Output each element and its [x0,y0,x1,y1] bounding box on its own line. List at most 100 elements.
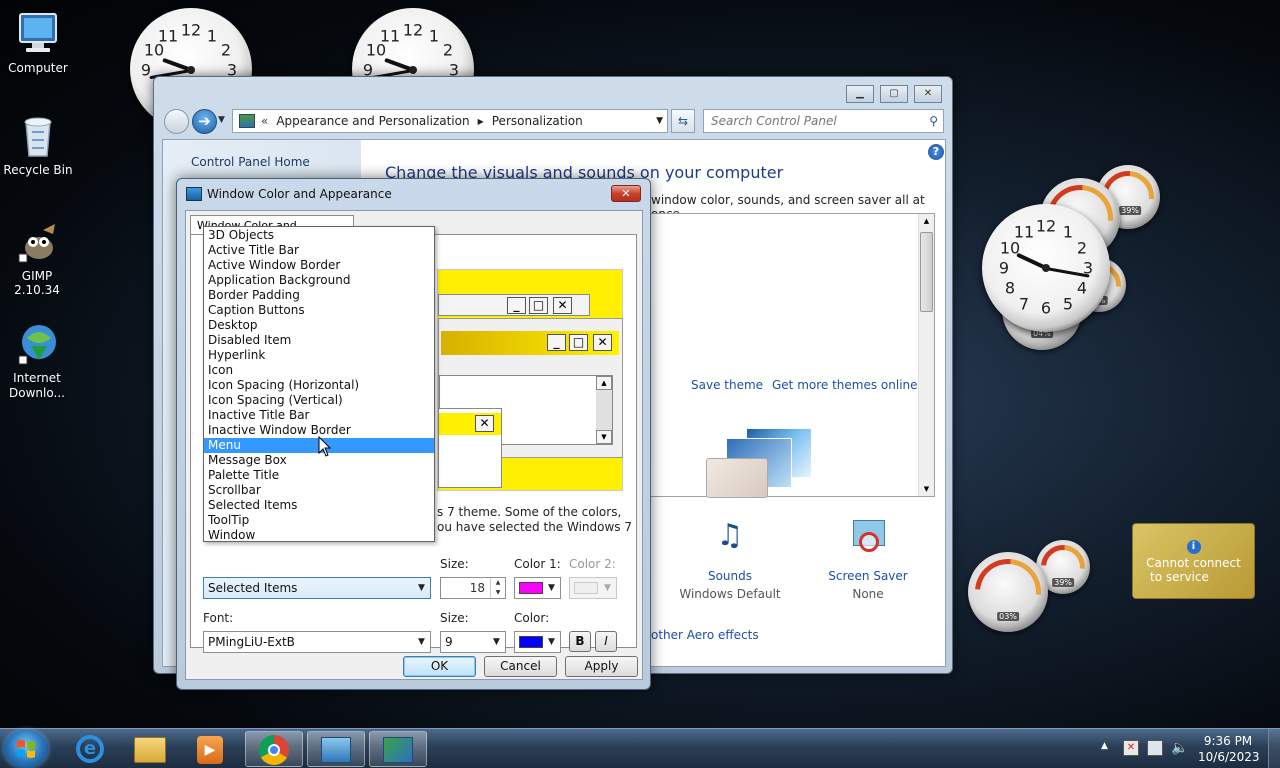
address-dropdown-icon[interactable]: ▼ [656,116,663,126]
start-button[interactable] [4,730,48,768]
back-button[interactable] [164,109,189,134]
dropdown-item[interactable]: Icon Spacing (Vertical) [204,393,434,408]
breadcrumb-personalization[interactable]: Personalization [492,114,583,128]
taskbar-personalization[interactable] [369,731,427,767]
show-hidden-icons-icon[interactable]: ▲ [1101,741,1108,751]
close-button[interactable]: ✕ [914,85,942,103]
font-combo[interactable]: PMingLiU-ExtB ▼ [203,631,431,653]
address-bar[interactable]: « Appearance and Personalization ▶ Perso… [232,109,668,133]
help-icon[interactable]: ? [928,144,944,160]
taskbar-file-explorer[interactable] [121,731,179,767]
italic-button[interactable]: I [595,631,617,652]
bold-button[interactable]: B [569,631,591,652]
sounds-item[interactable]: ♫ Sounds Windows Default [655,518,805,601]
dropdown-item[interactable]: Caption Buttons [204,303,434,318]
show-desktop-button[interactable] [1268,729,1280,768]
search-input[interactable]: Search Control Panel ⚲ [703,109,944,133]
desktop-icon-computer[interactable]: Computer [0,10,76,75]
control-panel-icon [239,114,255,128]
preview-close-icon: ✕ [593,334,612,351]
themes-scrollbar[interactable]: ▲ ▼ [918,214,934,496]
network-icon[interactable] [1147,740,1163,756]
personalization-icon [383,737,413,763]
color1-picker[interactable]: ▼ [514,577,561,599]
dialog-icon [186,187,202,201]
desktop-icon-gimp[interactable]: GIMP 2.10.34 [0,218,75,297]
desktop-icon-internet-download[interactable]: Internet Downlo... [0,320,75,401]
dropdown-item[interactable]: Icon Spacing (Horizontal) [204,378,434,393]
computer-icon [14,10,62,58]
dropdown-item[interactable]: Application Background [204,273,434,288]
system-clock[interactable]: 9:36 PM 10/6/2023 [1198,733,1260,765]
font-label: Font: [203,611,234,625]
taskbar-control-panel[interactable] [307,731,365,767]
scroll-up-icon[interactable]: ▲ [919,214,934,228]
ok-button[interactable]: OK [403,656,476,677]
taskbar-chrome[interactable] [245,731,303,767]
theme-thumbnail[interactable] [706,428,812,498]
screensaver-label[interactable]: Screen Saver [793,569,943,583]
desktop-icon-recycle-bin[interactable]: Recycle Bin [0,112,76,177]
refresh-button[interactable]: ⇆ [671,109,695,133]
font-color-picker[interactable]: ▼ [514,631,561,653]
dropdown-item[interactable]: Desktop [204,318,434,333]
get-more-themes-link[interactable]: Get more themes online [772,378,918,392]
minimize-button[interactable]: ▁ [846,85,874,103]
dropdown-item[interactable]: Palette Title [204,468,434,483]
stepper-icon[interactable]: ▲ ▼ [490,578,505,598]
dropdown-item[interactable]: Inactive Title Bar [204,408,434,423]
maximize-button[interactable]: ▢ [880,85,908,103]
dropdown-item[interactable]: Scrollbar [204,483,434,498]
dropdown-item[interactable]: Selected Items [204,498,434,513]
forward-button[interactable]: ➔ [192,109,217,134]
sounds-label[interactable]: Sounds [655,569,805,583]
item-dropdown-list[interactable]: 3D Objects Active Title Bar Active Window … [203,226,435,542]
dropdown-item[interactable]: Window [204,528,434,543]
item-size-stepper[interactable]: 18 ▲ ▼ [440,577,506,599]
clock-number: 2 [442,40,454,60]
preview-maximize-icon: □ [529,297,548,314]
dropdown-item[interactable]: 3D Objects [204,228,434,243]
breadcrumb-appearance[interactable]: Appearance and Personalization [276,114,469,128]
preview-close-icon: ✕ [475,415,494,432]
font-size-combo[interactable]: 9 ▼ [440,631,506,653]
clock-number: 12 [1035,216,1057,236]
color2-swatch [574,582,598,594]
cpu-meter-gadget[interactable]: 03% [961,545,1055,639]
clock-gadget[interactable]: 12 1 2 3 4 5 6 7 8 9 10 11 [982,204,1110,332]
clock-number: 7 [1018,294,1030,314]
dropdown-item[interactable]: Active Title Bar [204,243,434,258]
scroll-thumb[interactable] [920,232,933,312]
dialog-close-button[interactable]: ✕ [611,185,641,202]
save-theme-link[interactable]: Save theme [691,378,763,392]
taskbar-media-player[interactable]: ▶ [181,731,239,767]
screensaver-item[interactable]: Screen Saver None [793,518,943,601]
color2-label: Color 2: [569,557,616,571]
item-combo[interactable]: Selected Items ▼ [203,577,431,599]
dropdown-item[interactable]: Border Padding [204,288,434,303]
dropdown-arrow-icon: ▼ [493,637,500,647]
taskbar-internet-explorer[interactable]: e [61,731,119,767]
preview-active-titlebar: _ □ ✕ [441,331,619,355]
dropdown-item[interactable]: Disabled Item [204,333,434,348]
desktop-icon-label: Computer [8,61,68,75]
history-dropdown-icon[interactable]: ▼ [218,115,225,125]
weather-gadget[interactable]: i Cannot connect to service [1132,523,1255,599]
cancel-button[interactable]: Cancel [484,656,557,677]
scroll-down-icon[interactable]: ▼ [919,482,934,496]
dropdown-item[interactable]: ToolTip [204,513,434,528]
preview-scroll-down-icon: ▼ [596,430,612,444]
dropdown-item[interactable]: Icon [204,363,434,378]
apply-button[interactable]: Apply [565,656,638,677]
action-center-icon[interactable]: ✕ [1123,740,1139,756]
dropdown-item[interactable]: Hyperlink [204,348,434,363]
chrome-icon [259,735,289,765]
meter-label: 03% [997,612,1019,621]
dropdown-item[interactable]: Active Window Border [204,258,434,273]
clock-number: 6 [1040,298,1052,318]
aero-effects-link[interactable]: other Aero effects [651,628,759,642]
preview-message-box: ✕ [438,408,502,488]
sidebar-home-link[interactable]: Control Panel Home [191,155,310,169]
volume-icon[interactable]: 🔈 [1171,740,1188,756]
preview-minimize-icon: _ [547,334,566,351]
